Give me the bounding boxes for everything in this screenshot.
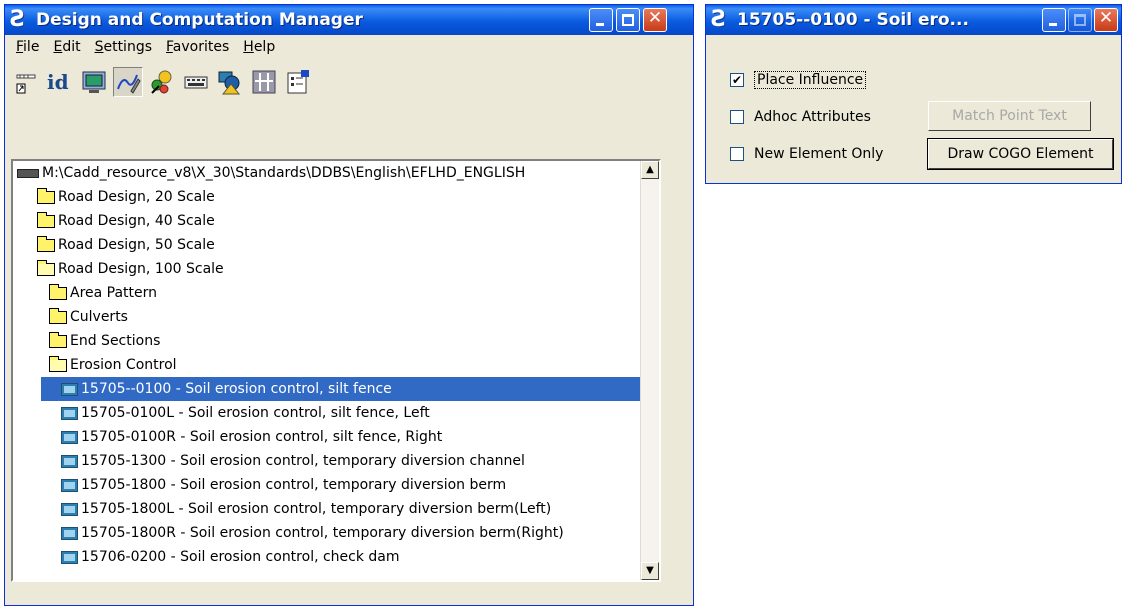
tree-item[interactable]: 15705-0100R - Soil erosion control, silt… [61, 425, 442, 449]
draw-cogo-element-button[interactable]: Draw COGO Element [927, 138, 1114, 170]
cell-icon [61, 430, 78, 444]
match-point-text-button: Match Point Text [928, 101, 1091, 131]
close-button[interactable]: ✕ [643, 8, 667, 32]
tree-item[interactable]: 15705-0100L - Soil erosion control, silt… [61, 401, 430, 425]
dialog-minimize-button[interactable] [1042, 8, 1066, 32]
menu-favorites[interactable]: Favorites [159, 39, 236, 55]
properties-icon [287, 70, 309, 94]
maximize-icon [1074, 14, 1086, 26]
library-tree[interactable]: M:\Cadd_resource_v8\X_30\Standards\DDBS\… [11, 159, 661, 582]
tree-folder[interactable]: End Sections [49, 329, 160, 353]
place-influence-checkbox[interactable]: ✔ Place Influence [730, 71, 867, 89]
menu-edit[interactable]: Edit [46, 39, 87, 55]
toolbar: id [5, 59, 693, 105]
app-icon: Ƨ [711, 7, 727, 32]
properties-button[interactable] [283, 67, 313, 97]
cell-dialog-window: Ƨ 15705--0100 - Soil ero... ✕ ✔ Place In… [705, 4, 1122, 184]
tree-item[interactable]: 15705-1800L - Soil erosion control, temp… [61, 497, 551, 521]
cell-icon [61, 550, 78, 564]
monitor-icon [82, 71, 106, 93]
compute-icon [252, 70, 276, 94]
tree-root[interactable]: M:\Cadd_resource_v8\X_30\Standards\DDBS\… [17, 161, 525, 185]
pen-button[interactable] [113, 67, 143, 97]
monitor-button[interactable] [79, 67, 109, 97]
close-icon: ✕ [1098, 8, 1114, 28]
minimize-icon [1049, 23, 1057, 26]
folder-icon [37, 187, 55, 204]
tree-folder[interactable]: Road Design, 20 Scale [37, 185, 215, 209]
app-icon: Ƨ [10, 7, 26, 32]
id-button[interactable]: id [45, 67, 75, 97]
cell-icon [61, 478, 78, 492]
folder-icon [49, 307, 67, 324]
menu-help[interactable]: Help [236, 39, 282, 55]
menu-settings[interactable]: Settings [88, 39, 159, 55]
adhoc-attributes-checkbox[interactable]: Adhoc Attributes [730, 109, 871, 125]
svg-text:id: id [47, 70, 69, 94]
shapes-button[interactable] [215, 67, 245, 97]
maximize-icon [622, 14, 634, 26]
tree-folder[interactable]: Area Pattern [49, 281, 157, 305]
folder-icon [37, 235, 55, 252]
tree-item-selected[interactable]: 15705--0100 - Soil erosion control, silt… [41, 377, 641, 401]
folder-open-icon [37, 259, 55, 276]
place-influence-label: Place Influence [754, 71, 867, 89]
minimize-button[interactable] [589, 8, 613, 32]
compute-button[interactable] [249, 67, 279, 97]
tree-folder[interactable]: Road Design, 40 Scale [37, 209, 215, 233]
menu-bar: File Edit Settings Favorites Help [5, 35, 693, 59]
minimize-icon [596, 23, 604, 26]
cell-icon [61, 502, 78, 516]
close-icon: ✕ [647, 8, 663, 28]
adhoc-attributes-label: Adhoc Attributes [754, 109, 871, 125]
folder-icon [49, 283, 67, 300]
cell-icon [61, 526, 78, 540]
tag-button[interactable] [11, 67, 41, 97]
window-title: Design and Computation Manager [36, 10, 363, 30]
tree-folder[interactable]: Erosion Control [49, 353, 177, 377]
arrow-down-icon: ▼ [646, 565, 654, 576]
tree-folder[interactable]: Road Design, 50 Scale [37, 233, 215, 257]
folder-icon [37, 211, 55, 228]
shapes-icon [218, 71, 241, 95]
maximize-button[interactable] [616, 8, 640, 32]
tag-icon [16, 74, 36, 94]
tree-folder[interactable]: Culverts [49, 305, 128, 329]
tree-item[interactable]: 15705-1800 - Soil erosion control, tempo… [61, 473, 506, 497]
pen-icon [117, 74, 141, 94]
cell-icon [61, 382, 78, 396]
tree-item[interactable]: 15705-1800R - Soil erosion control, temp… [61, 521, 564, 545]
scroll-down-button[interactable]: ▼ [641, 562, 659, 580]
palette-button[interactable] [147, 67, 177, 97]
checkbox-checked[interactable]: ✔ [730, 73, 744, 87]
dialog-maximize-button [1068, 8, 1092, 32]
tree-item[interactable]: 15706-0200 - Soil erosion control, check… [61, 545, 400, 569]
dialog-title-bar[interactable]: Ƨ 15705--0100 - Soil ero... ✕ [706, 5, 1121, 35]
vertical-scrollbar[interactable]: ▲ ▼ [640, 161, 659, 580]
checkbox-unchecked[interactable] [730, 110, 744, 124]
checkbox-unchecked[interactable] [730, 147, 744, 161]
keyboard-button[interactable] [181, 67, 211, 97]
new-element-only-label: New Element Only [754, 146, 884, 162]
cell-icon [61, 406, 78, 420]
dialog-close-button[interactable]: ✕ [1094, 8, 1118, 32]
cell-icon [61, 454, 78, 468]
scroll-up-button[interactable]: ▲ [641, 161, 659, 179]
menu-file[interactable]: File [9, 39, 46, 55]
drive-icon [17, 168, 39, 178]
id-icon: id [47, 70, 69, 94]
folder-icon [49, 331, 67, 348]
design-computation-manager-window: Ƨ Design and Computation Manager ✕ File … [4, 4, 694, 606]
dialog-title: 15705--0100 - Soil ero... [737, 10, 969, 30]
palette-icon [151, 70, 172, 94]
tree-folder[interactable]: Road Design, 100 Scale [37, 257, 224, 281]
new-element-only-checkbox[interactable]: New Element Only [730, 146, 883, 162]
keyboard-icon [184, 76, 208, 89]
arrow-up-icon: ▲ [646, 164, 654, 175]
folder-open-icon [49, 355, 67, 372]
title-bar[interactable]: Ƨ Design and Computation Manager ✕ [5, 5, 693, 35]
tree-item[interactable]: 15705-1300 - Soil erosion control, tempo… [61, 449, 525, 473]
